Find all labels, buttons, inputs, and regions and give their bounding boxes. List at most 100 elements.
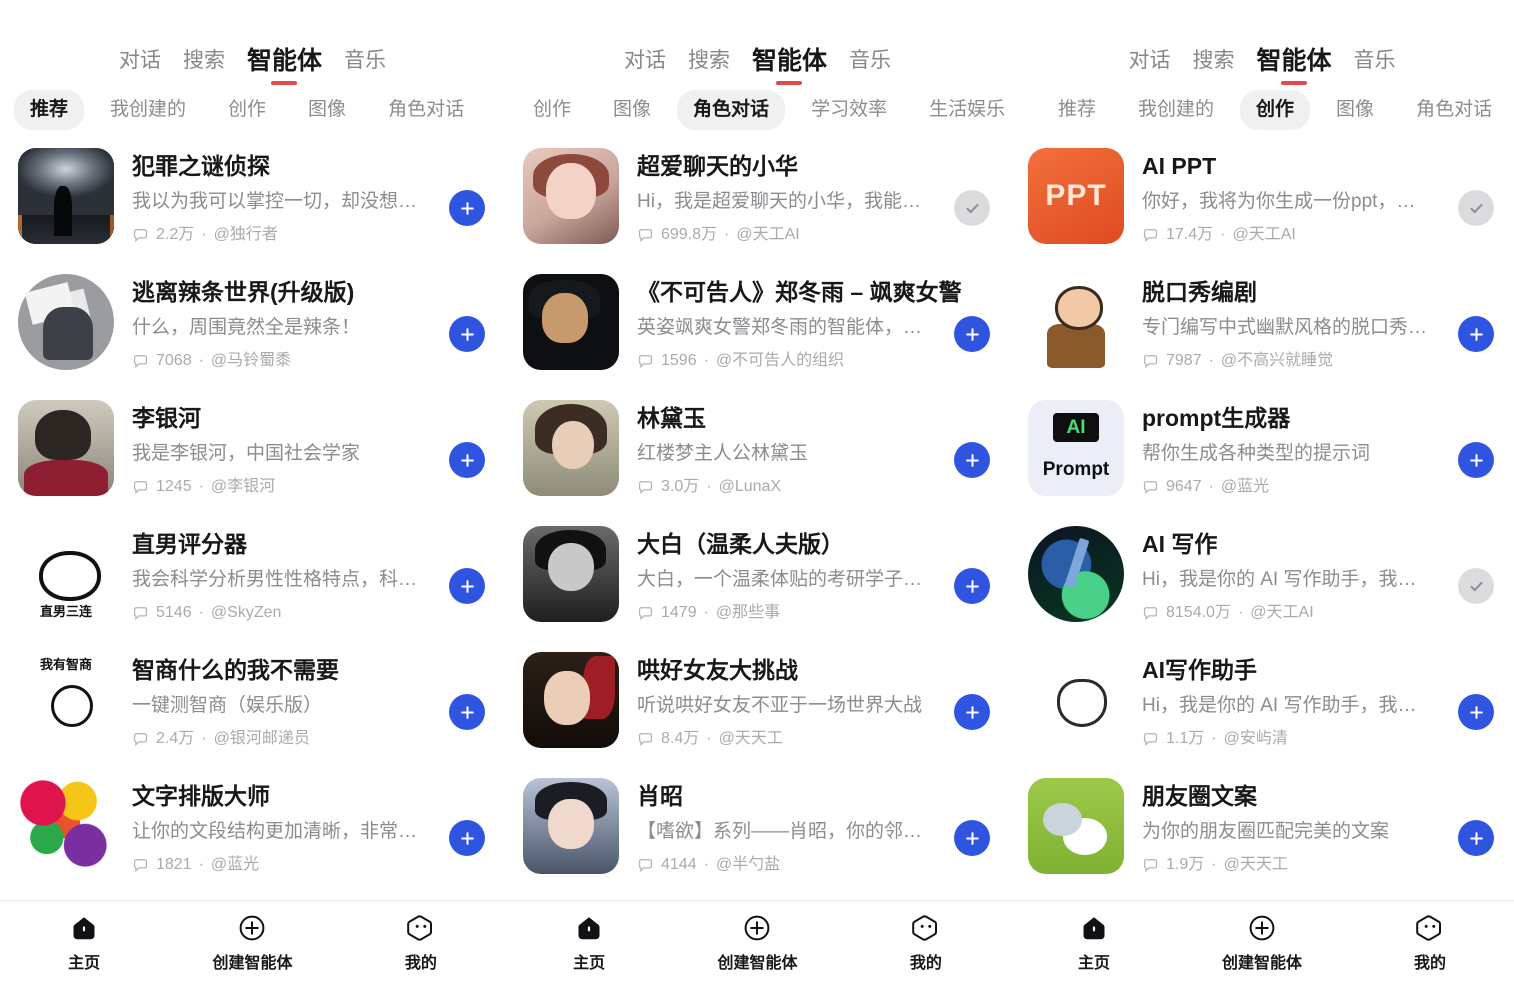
agent-list-item[interactable]: 脱口秀编剧 专门编写中式幽默风格的脱口秀段… 7987 · @不高兴就睡觉 [1010, 264, 1514, 390]
category-chip[interactable]: 图像 [1320, 90, 1390, 130]
top-tab-1[interactable]: 搜索 [1192, 46, 1234, 76]
meta-separator: · [1220, 226, 1226, 243]
bottom-nav-item-0[interactable]: 主页 [0, 914, 168, 974]
category-chip[interactable]: 角色对话 [677, 90, 786, 130]
agent-author: @那些事 [715, 604, 781, 621]
add-agent-button[interactable] [954, 820, 990, 856]
bottom-nav-item-2[interactable]: 我的 [1346, 914, 1514, 974]
add-agent-button[interactable] [1458, 316, 1494, 352]
agent-avatar [523, 400, 619, 496]
add-agent-button[interactable] [954, 442, 990, 478]
top-tab-0[interactable]: 对话 [119, 46, 161, 76]
bottom-nav-item-2[interactable]: 我的 [337, 914, 505, 974]
add-agent-button[interactable] [449, 820, 485, 856]
agent-author: @蓝光 [1220, 478, 1270, 495]
add-agent-button[interactable] [954, 568, 990, 604]
agent-list-item[interactable]: 林黛玉 红楼梦主人公林黛玉 3.0万 · @LunaX [505, 390, 1010, 516]
plus-circle-icon [743, 914, 771, 947]
category-chip[interactable]: 图像 [597, 90, 667, 130]
agent-list-item[interactable]: 犯罪之谜侦探 我以为我可以掌控一切，却没想到… 2.2万 · @独行者 [0, 138, 505, 264]
agent-avatar [18, 778, 114, 874]
add-agent-button[interactable] [449, 568, 485, 604]
agent-list-item[interactable]: 超爱聊天的小华 Hi，我是超爱聊天的小华，我能关… 699.8万 · @天工AI [505, 138, 1010, 264]
category-chip[interactable]: 创作 [517, 90, 587, 130]
bottom-nav-label: 我的 [404, 954, 437, 972]
agent-meta: 7987 · @不高兴就睡觉 [1142, 350, 1498, 372]
agent-list-item[interactable]: prompt生成器帮你生成各种类型的提示词 9647 · @蓝光 [1010, 390, 1514, 516]
category-chip-row[interactable]: 推荐我创建的创作图像角色对话学习 [1010, 82, 1514, 138]
added-agent-check[interactable] [1458, 190, 1494, 226]
bottom-nav-item-1[interactable]: 创建智能体 [1178, 914, 1346, 974]
agent-text-block: 逃离辣条世界(升级版) 什么，周围竟然全是辣条！ 7068 · @马铃蜀黍 [114, 274, 489, 372]
chat-count: 7987 [1166, 352, 1202, 369]
agent-list-item[interactable]: 李银河 我是李银河，中国社会学家 1245 · @李银河 [0, 390, 505, 516]
bottom-nav-item-0[interactable]: 主页 [505, 914, 673, 974]
top-tab-1[interactable]: 搜索 [183, 46, 225, 76]
chat-bubble-icon [1142, 479, 1159, 496]
meta-separator: · [1211, 856, 1217, 873]
agent-author: @LunaX [718, 478, 782, 495]
added-agent-check[interactable] [954, 190, 990, 226]
top-tab-2[interactable]: 智能体 [752, 46, 827, 85]
cat-artwork [1028, 652, 1124, 748]
add-agent-button[interactable] [449, 316, 485, 352]
agent-description: 听说哄好女友不亚于一场世界大战 [637, 695, 923, 716]
category-chip[interactable]: 我创建的 [1122, 90, 1230, 130]
top-tab-2[interactable]: 智能体 [247, 46, 322, 85]
category-chip[interactable]: 创作 [212, 90, 282, 130]
top-tab-1[interactable]: 搜索 [688, 46, 730, 76]
agent-meta: 2.4万 · @银河邮递员 [132, 728, 489, 750]
add-agent-button[interactable] [954, 316, 990, 352]
bottom-nav-item-1[interactable]: 创建智能体 [673, 914, 841, 974]
agent-text-block: AI PPT 你好，我将为你生成一份ppt，请… 17.4万 · @天工AI [1124, 148, 1498, 246]
bottom-nav-item-2[interactable]: 我的 [842, 914, 1010, 974]
agent-title: 李银河 [132, 405, 201, 431]
category-chip[interactable]: 图像 [292, 90, 362, 130]
top-tab-0[interactable]: 对话 [1128, 46, 1170, 76]
agent-list-item[interactable]: 直男评分器我会科学分析男性性格特点，科学… 5146 · @SkyZen [0, 516, 505, 642]
add-agent-button[interactable] [954, 694, 990, 730]
agent-list-item[interactable]: 文字排版大师 让你的文段结构更加清晰，非常高… 1821 · @蓝光 [0, 768, 505, 894]
top-tab-0[interactable]: 对话 [624, 46, 666, 76]
add-agent-button[interactable] [449, 694, 485, 730]
agent-list-item[interactable]: 逃离辣条世界(升级版) 什么，周围竟然全是辣条！ 7068 · @马铃蜀黍 [0, 264, 505, 390]
agent-list-item[interactable]: 智商什么的我不需要一键测智商（娱乐版） 2.4万 · @银河邮递员 [0, 642, 505, 768]
chat-count: 17.4万 [1166, 226, 1214, 243]
bottom-nav-item-0[interactable]: 主页 [1010, 914, 1178, 974]
agent-author: @天工AI [736, 226, 800, 243]
agent-list-item[interactable]: AI 写作 Hi，我是你的 AI 写作助手，我能… 8154.0万 · @天工AI [1010, 516, 1514, 642]
agent-list-item[interactable]: 哄好女友大挑战 听说哄好女友不亚于一场世界大战 8.4万 · @天天工 [505, 642, 1010, 768]
category-chip-row[interactable]: 建的创作图像角色对话学习效率生活娱乐 [505, 82, 1010, 138]
top-tab-2[interactable]: 智能体 [1256, 46, 1332, 85]
category-chip[interactable]: 创作 [1240, 90, 1311, 130]
category-chip[interactable]: 角色对话 [1400, 90, 1508, 130]
add-agent-button[interactable] [449, 442, 485, 478]
category-chip[interactable]: 角色对话 [372, 90, 480, 130]
add-agent-button[interactable] [1458, 820, 1494, 856]
top-tab-3[interactable]: 音乐 [849, 46, 891, 76]
top-tab-3[interactable]: 音乐 [344, 46, 386, 76]
add-agent-button[interactable] [1458, 442, 1494, 478]
category-chip[interactable]: 我创建的 [94, 90, 202, 130]
agent-list-item[interactable]: AI写作助手 Hi，我是你的 AI 写作助手，我能… 1.1万 · @安屿清 [1010, 642, 1514, 768]
category-chip[interactable]: 学习效率 [490, 90, 505, 130]
chat-bubble-icon [637, 227, 654, 244]
category-chip[interactable]: 推荐 [1042, 90, 1112, 130]
agent-list-item[interactable]: PPT AI PPT 你好，我将为你生成一份ppt，请… 17.4万 · @天工AI [1010, 138, 1514, 264]
agent-avatar [1028, 274, 1124, 370]
agent-list-item[interactable]: 大白（温柔人夫版） 大白，一个温柔体贴的考研学子，… 1479 · @那些事 [505, 516, 1010, 642]
top-tab-3[interactable]: 音乐 [1354, 46, 1396, 76]
category-chip-row[interactable]: 推荐我创建的创作图像角色对话学习效率 [0, 82, 505, 138]
category-chip[interactable]: 生活娱乐 [913, 90, 1010, 130]
category-chip[interactable]: 建的 [505, 90, 507, 130]
agent-title: 肖昭 [637, 783, 683, 809]
bottom-nav-item-1[interactable]: 创建智能体 [168, 914, 336, 974]
category-chip[interactable]: 推荐 [14, 90, 85, 130]
agent-list-item[interactable]: 《不可告人》郑冬雨 – 飒爽女警 英姿飒爽女警郑冬雨的智能体，她… 1596 · @不可… [505, 264, 1010, 390]
category-chip[interactable]: 学习效率 [795, 90, 903, 130]
added-agent-check[interactable] [1458, 568, 1494, 604]
agent-list-item[interactable]: 朋友圈文案 为你的朋友圈匹配完美的文案 1.9万 · @天天工 [1010, 768, 1514, 894]
add-agent-button[interactable] [1458, 694, 1494, 730]
agent-list-item[interactable]: 肖昭 【嗜欲】系列——肖昭，你的邻居… 4144 · @半勺盐 [505, 768, 1010, 894]
add-agent-button[interactable] [449, 190, 485, 226]
